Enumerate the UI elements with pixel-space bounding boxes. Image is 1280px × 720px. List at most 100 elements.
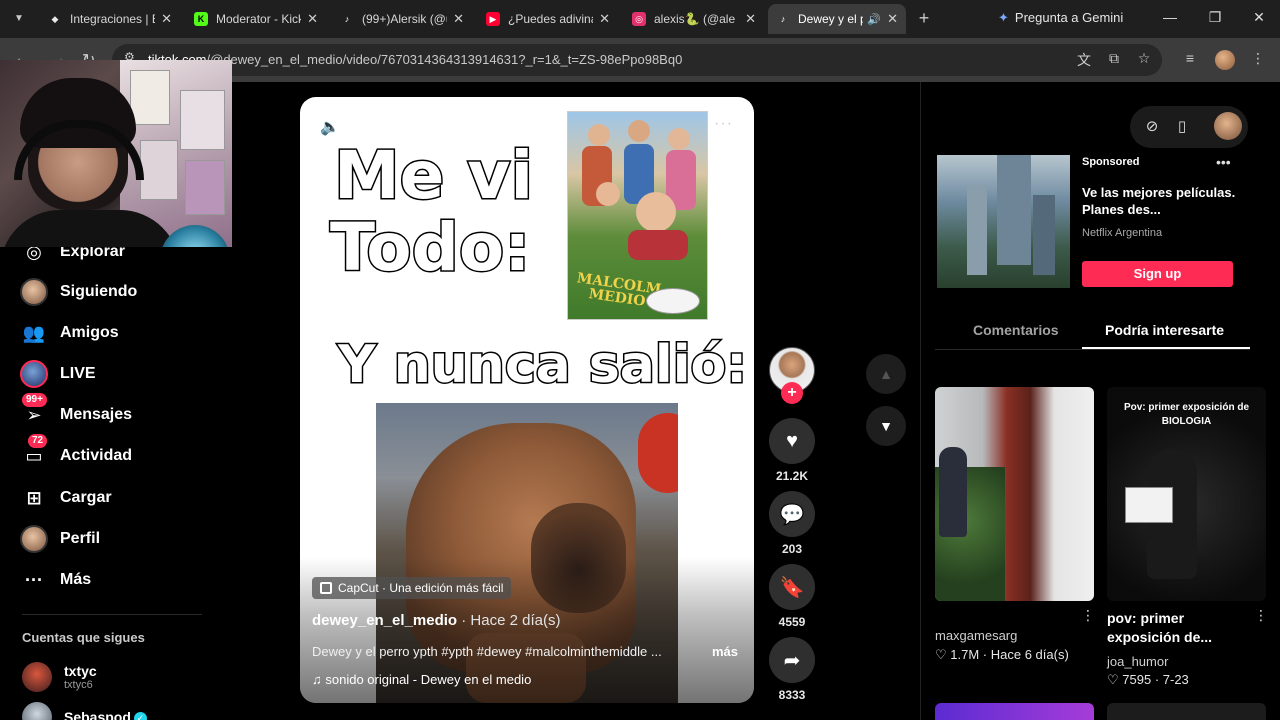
tab-tiktok-alersik[interactable]: ♪ (99+)Alersik (@u ✕ (332, 4, 472, 34)
nav-siguiendo[interactable]: Siguiendo (20, 278, 137, 306)
close-tab-icon[interactable]: ✕ (745, 11, 756, 27)
capcut-icon (320, 582, 332, 594)
heart-icon: ♥ (786, 429, 798, 452)
nav-perfil[interactable]: Perfil (20, 525, 100, 553)
nav-label: Perfil (60, 530, 101, 547)
bookmark-icon: 🔖 (779, 576, 805, 599)
nav-label: Más (60, 571, 92, 588)
install-app-icon[interactable]: ⧉ (1104, 50, 1124, 67)
device-icon[interactable]: ▯ (1172, 117, 1192, 135)
card-username[interactable]: joa_humor (1107, 654, 1168, 669)
recommended-video-thumbnail[interactable] (935, 387, 1094, 601)
gemini-button[interactable]: ✦ Pregunta a Gemini (998, 10, 1123, 26)
account-avatar (22, 662, 52, 692)
following-avatar-icon (20, 278, 48, 306)
capcut-tag[interactable]: CapCut · Una edición más fácil (312, 577, 512, 599)
puzzle-icon: ◆ (51, 14, 59, 24)
sound-link[interactable]: ♫ sonido original - Dewey en el medio (312, 672, 531, 687)
nav-mas[interactable]: ··· Más (20, 566, 91, 594)
nav-mensajes[interactable]: ➢ 99+ Mensajes (20, 393, 132, 429)
kick-icon: K (194, 12, 208, 26)
user-avatar[interactable] (1214, 112, 1242, 140)
youtube-icon: ▶ (486, 12, 500, 26)
tab-dewey-active[interactable]: ♪ Dewey y el p 🔊 ✕ (768, 4, 906, 34)
live-avatar-icon (20, 360, 48, 388)
tab-integraciones[interactable]: ◆ Integraciones | E ✕ (40, 4, 180, 34)
bookmark-star-icon[interactable]: ☆ (1134, 50, 1154, 67)
close-tab-icon[interactable]: ✕ (599, 11, 610, 27)
activity-badge: 72 (28, 434, 48, 448)
malcolm-poster-image: MALCOLM MEDIO (567, 111, 708, 320)
comment-count: 203 (781, 542, 803, 556)
tab-youtube[interactable]: ▶ ¿Puedes adivinar ✕ (478, 4, 618, 34)
translate-icon[interactable]: 文 (1074, 50, 1094, 70)
account-avatar (22, 702, 52, 720)
overlay-text-line3: Y nunca salió: (336, 334, 748, 397)
like-button[interactable]: ♥ (769, 418, 815, 464)
minimize-button[interactable]: — (1160, 9, 1180, 25)
speaker-icon[interactable]: 🔊 (867, 13, 881, 26)
tab-title: Integraciones | E (70, 12, 156, 26)
close-tab-icon[interactable]: ✕ (307, 11, 318, 27)
tab-instagram[interactable]: ◎ alexis🐍 (@ale ✕ (624, 4, 764, 34)
media-controls-icon[interactable]: ≡ (1180, 50, 1200, 66)
browser-menu-icon[interactable]: ⋮ (1248, 50, 1268, 67)
ad-title[interactable]: Ve las mejores películas. Planes des... (1082, 184, 1242, 218)
ad-thumbnail[interactable] (937, 155, 1070, 288)
close-window-button[interactable]: ✕ (1249, 9, 1269, 26)
tab-search-icon[interactable]: ▼ (8, 8, 30, 30)
save-button[interactable]: 🔖 (769, 564, 815, 610)
tiktok-icon: ♪ (780, 14, 786, 24)
share-button[interactable]: ➦ (769, 637, 815, 683)
sponsored-label: Sponsored (1082, 156, 1140, 168)
nav-amigos[interactable]: 👥 Amigos (20, 319, 119, 347)
more-link[interactable]: más (712, 644, 738, 659)
friends-icon: 👥 (22, 322, 46, 343)
previous-video-button[interactable]: ▲ (866, 354, 906, 394)
close-tab-icon[interactable]: ✕ (887, 11, 898, 27)
next-card-thumbnail[interactable] (935, 703, 1094, 720)
browser-profile-avatar[interactable] (1215, 50, 1235, 70)
messages-badge: 99+ (22, 393, 47, 407)
video-more-icon[interactable]: ··· (714, 115, 733, 133)
ad-more-icon[interactable]: ••• (1216, 154, 1231, 170)
video-player[interactable]: 🔈 ··· Me vi Todo: MALCOLM MEDIO Y nunca … (300, 97, 754, 703)
following-account-txtyc[interactable]: txtyc txtyc6 (22, 662, 97, 692)
comment-button[interactable]: 💬 (769, 491, 815, 537)
follow-plus-icon[interactable]: + (781, 382, 803, 404)
close-tab-icon[interactable]: ✕ (161, 11, 172, 27)
close-tab-icon[interactable]: ✕ (453, 11, 464, 27)
ad-signup-button[interactable]: Sign up (1082, 261, 1233, 287)
card-date: Hace 6 día(s) (990, 647, 1069, 662)
new-tab-button[interactable]: + (914, 8, 934, 29)
next-video-button[interactable]: ▼ (866, 406, 906, 446)
tab-podria-interesarte[interactable]: Podría interesarte (1105, 322, 1224, 338)
video-author[interactable]: dewey_en_el_medio · Hace 2 día(s) (312, 612, 560, 629)
post-date: · Hace 2 día(s) (461, 612, 561, 629)
nav-cargar[interactable]: ⊞ Cargar (20, 484, 111, 512)
tab-title: Moderator - Kick (216, 12, 302, 26)
maximize-button[interactable]: ❐ (1205, 9, 1225, 26)
tab-kick-moderator[interactable]: K Moderator - Kick ✕ (186, 4, 326, 34)
nav-actividad[interactable]: ▭ 72 Actividad (20, 434, 132, 470)
verified-icon: ✓ (133, 711, 147, 720)
next-card-thumbnail[interactable] (1107, 703, 1266, 720)
card-title[interactable]: pov: primer exposición de... (1107, 609, 1247, 647)
card-likes: 7595 (1122, 672, 1152, 687)
url-path: /@dewey_en_el_medio/video/76703143643139… (206, 52, 683, 67)
overlay-text-line2: Todo: (329, 208, 533, 288)
recommended-video-thumbnail[interactable]: Pov: primer exposición de BIOLOGIA (1107, 387, 1266, 601)
share-count: 8333 (778, 688, 806, 702)
nav-live[interactable]: LIVE (20, 360, 96, 388)
volume-icon[interactable]: 🔈 (320, 117, 340, 137)
coins-icon[interactable]: ⊘ (1142, 117, 1162, 135)
card-username[interactable]: maxgamesarg (935, 628, 1017, 643)
comment-icon: 💬 (779, 503, 805, 526)
instagram-icon: ◎ (632, 12, 646, 26)
following-account-sebaspod[interactable]: Sebaspod ✓ (22, 702, 147, 720)
card-more-icon[interactable]: ⋮ (1254, 607, 1268, 624)
account-name: txtyc (64, 663, 97, 679)
tab-comentarios[interactable]: Comentarios (973, 322, 1059, 338)
active-tab-indicator (1082, 347, 1250, 349)
card-more-icon[interactable]: ⋮ (1081, 607, 1095, 624)
